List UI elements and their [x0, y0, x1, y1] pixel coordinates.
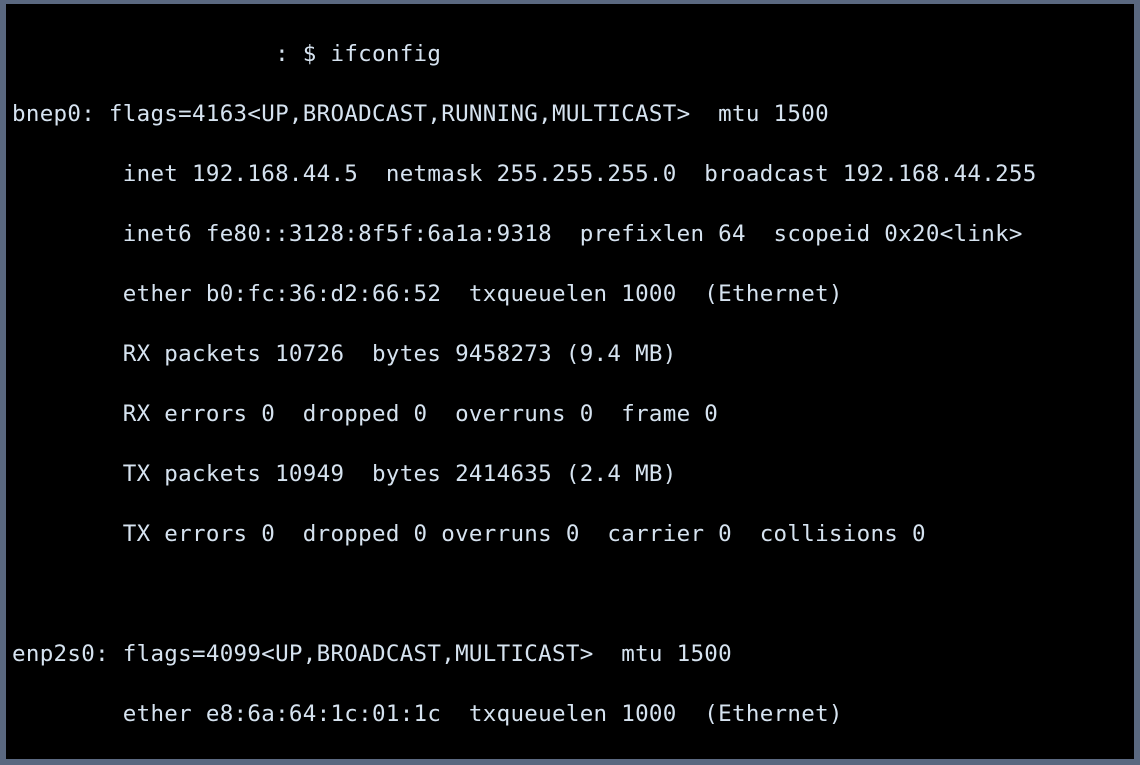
bnep0-ether: ether b0:fc:36:d2:66:52 txqueuelen 1000 …	[12, 279, 1128, 309]
enp2s0-ether: ether e8:6a:64:1c:01:1c txqueuelen 1000 …	[12, 699, 1128, 729]
command-line: : $ ifconfig	[12, 39, 1128, 69]
prompt-sep: : $	[275, 41, 330, 67]
bnep0-tx-packets: TX packets 10949 bytes 2414635 (2.4 MB)	[12, 459, 1128, 489]
enp2s0-header: enp2s0: flags=4099<UP,BROADCAST,MULTICAS…	[12, 639, 1128, 669]
terminal-output[interactable]: : $ ifconfig bnep0: flags=4163<UP,BROADC…	[6, 4, 1134, 759]
bnep0-header: bnep0: flags=4163<UP,BROADCAST,RUNNING,M…	[12, 99, 1128, 129]
bnep0-tx-errors: TX errors 0 dropped 0 overruns 0 carrier…	[12, 519, 1128, 549]
bnep0-rx-packets: RX packets 10726 bytes 9458273 (9.4 MB)	[12, 339, 1128, 369]
command-text: ifconfig	[330, 41, 441, 67]
blank-1	[12, 579, 1128, 609]
bnep0-rx-errors: RX errors 0 dropped 0 overruns 0 frame 0	[12, 399, 1128, 429]
bnep0-inet6: inet6 fe80::3128:8f5f:6a1a:9318 prefixle…	[12, 219, 1128, 249]
shell-prompt	[12, 41, 275, 67]
bnep0-inet: inet 192.168.44.5 netmask 255.255.255.0 …	[12, 159, 1128, 189]
